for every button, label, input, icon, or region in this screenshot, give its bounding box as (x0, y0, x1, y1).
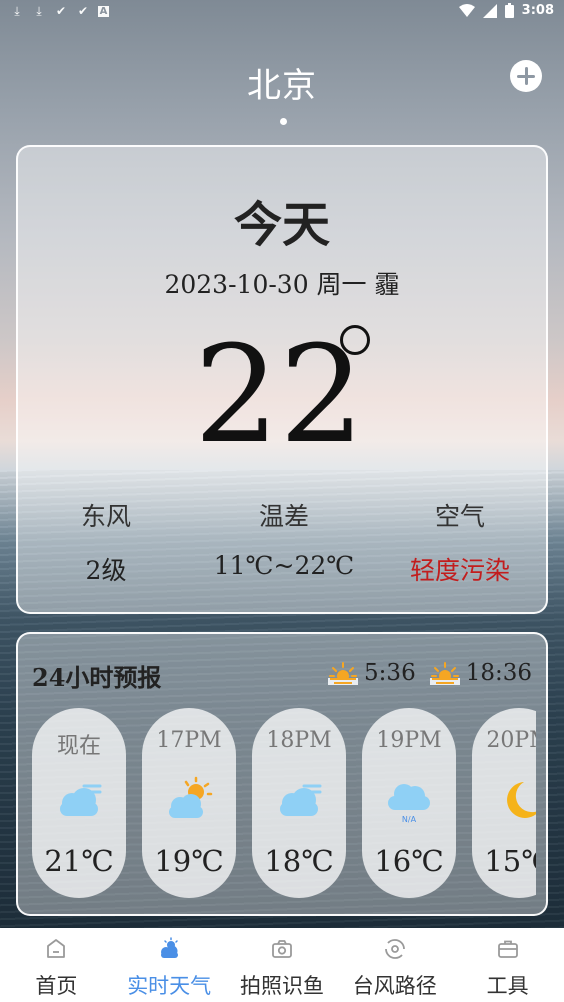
hour-temp: 21℃ (44, 844, 114, 878)
today-label: 今天 (233, 197, 330, 253)
add-city-button[interactable] (510, 60, 542, 92)
bottom-navigation: 首页 实时天气 拍照识鱼 台风路径 工具 (0, 928, 564, 1002)
camera-icon (272, 940, 292, 958)
temp-range-value: 11℃~22℃ (213, 551, 355, 580)
hour-card[interactable]: 现在 21℃ (32, 708, 126, 898)
signal-icon (482, 3, 497, 18)
sunset-time: 18:36 (465, 660, 532, 686)
sunrise-time: 5:36 (364, 660, 416, 686)
status-bar: ⤓ ⤓ ✔ ✔ A 3:08 (0, 0, 564, 24)
cloud-na-icon: N/A (388, 784, 430, 824)
a-icon: A (98, 5, 109, 17)
wind-value: 2级 (85, 556, 127, 585)
nav-item-realtime-weather[interactable]: 实时天气 (113, 928, 226, 1002)
nav-item-photo-fish[interactable]: 拍照识鱼 (226, 928, 339, 1002)
hour-card[interactable]: 19PM N/A 16℃ (362, 708, 456, 898)
hour-temp: 18℃ (264, 844, 334, 878)
air-quality-value: 轻度污染 (409, 556, 510, 585)
city-title[interactable]: 北京 (0, 58, 564, 107)
current-temperature: 22 (194, 317, 365, 473)
status-notifications: ⤓ ⤓ ✔ ✔ A (10, 4, 109, 18)
wifi-icon (458, 3, 475, 17)
air-quality-stat: 空气 轻度污染 (372, 497, 548, 587)
today-weather-card: 今天 2023-10-30 周一 霾 22 东风 2级 温差 11℃~22℃ 空… (16, 145, 548, 614)
forecast-title: 24小时预报 (32, 663, 162, 692)
check-icon: ✔ (77, 4, 89, 18)
nav-item-home[interactable]: 首页 (0, 928, 113, 1002)
nav-label: 工具 (486, 974, 529, 998)
weather-icon (161, 937, 179, 958)
status-time: 3:08 (521, 3, 554, 18)
download-icon: ⤓ (36, 4, 42, 18)
temp-range-label: 温差 (258, 502, 309, 531)
partly-sunny-icon (169, 776, 213, 818)
sunrise-icon (328, 662, 359, 685)
hour-card[interactable]: 20PM 15℃ (472, 708, 536, 898)
temp-range-stat: 温差 11℃~22℃ (196, 497, 372, 580)
nav-label: 台风路径 (352, 974, 437, 998)
home-icon (47, 939, 66, 958)
page-indicator-dot (280, 118, 287, 125)
hour-time: 19PM (376, 728, 442, 753)
sunset-icon (429, 662, 460, 685)
typhoon-icon (384, 939, 405, 959)
hour-card[interactable]: 17PM 19℃ (142, 708, 236, 898)
download-icon: ⤓ (14, 4, 20, 18)
nav-label: 首页 (35, 974, 78, 998)
hour-time: 现在 (56, 734, 101, 759)
date-weather-line: 2023-10-30 周一 霾 (164, 270, 400, 299)
sun-times: 5:36 18:36 (328, 660, 532, 686)
hour-temp: 19℃ (154, 844, 224, 878)
hourly-forecast-card: 24小时预报 5:36 18:36 现在 21℃ 17PM 19℃ 18PM 1… (16, 632, 548, 916)
status-system: 3:08 (458, 3, 554, 18)
check-icon: ✔ (55, 4, 67, 18)
nav-label: 拍照识鱼 (239, 974, 324, 998)
nav-label: 实时天气 (127, 974, 212, 998)
nav-item-tools[interactable]: 工具 (451, 928, 564, 1002)
cloud-wind-icon (280, 784, 322, 816)
moon-icon (507, 782, 536, 818)
hour-time: 20PM (486, 728, 536, 753)
hour-card[interactable]: 18PM 18℃ (252, 708, 346, 898)
nav-item-typhoon-path[interactable]: 台风路径 (338, 928, 451, 1002)
hour-temp: 15℃ (484, 844, 536, 878)
hour-temp: 16℃ (374, 844, 444, 878)
hour-time: 17PM (156, 728, 222, 753)
air-quality-label: 空气 (434, 502, 485, 531)
hourly-scroll[interactable]: 现在 21℃ 17PM 19℃ 18PM 18℃ 19PM N/A 16℃ 20… (32, 708, 536, 898)
toolbox-icon (497, 940, 518, 958)
degree-symbol (340, 325, 370, 355)
na-label: N/A (402, 815, 417, 824)
battery-icon (504, 3, 514, 18)
wind-label: 东风 (80, 502, 131, 531)
wind-stat: 东风 2级 (18, 497, 194, 587)
cloud-wind-icon (60, 784, 102, 816)
hour-time: 18PM (266, 728, 332, 753)
